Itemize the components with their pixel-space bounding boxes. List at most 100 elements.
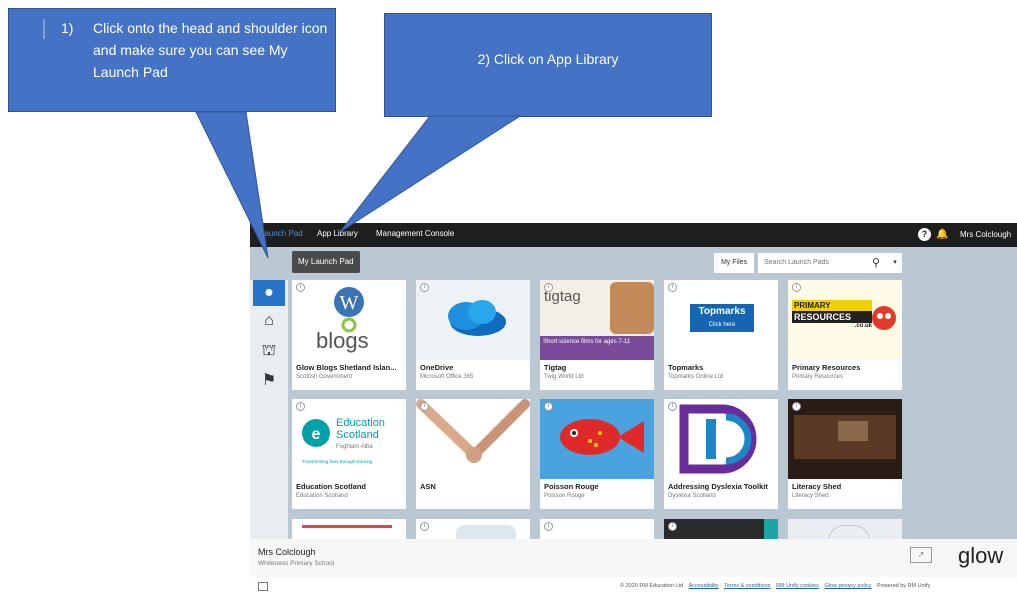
- info-icon[interactable]: i: [544, 522, 553, 531]
- tile-image: e Education Scotland Foghlam Alba Transf…: [292, 399, 406, 479]
- help-icon[interactable]: ?: [918, 228, 931, 241]
- bottom-bar: © 2020 RM Education Ltd Accessibility Te…: [250, 577, 1017, 598]
- person-icon[interactable]: ●: [253, 280, 285, 306]
- tile-subtitle: Education Scotland: [296, 493, 348, 499]
- info-icon[interactable]: i: [420, 402, 429, 411]
- app-tile-education-scotland[interactable]: e Education Scotland Foghlam Alba Transf…: [292, 399, 406, 509]
- link-terms[interactable]: Terms & conditions: [724, 583, 770, 589]
- search-icon[interactable]: ⚲: [864, 253, 888, 273]
- info-icon[interactable]: i: [792, 283, 801, 292]
- tile-image: [416, 280, 530, 360]
- tile-title: Addressing Dyslexia Toolkit: [668, 482, 768, 491]
- tile-image: [788, 399, 902, 479]
- app-tile-partial[interactable]: i: [664, 519, 778, 539]
- app-tile-partial[interactable]: [292, 519, 406, 539]
- rm-unify-app: Launch Pad App Library Management Consol…: [250, 223, 1017, 598]
- info-icon[interactable]: i: [544, 283, 553, 292]
- edscot-line-1: Education: [336, 417, 385, 429]
- info-icon[interactable]: i: [420, 522, 429, 531]
- callout-1-text: Click onto the head and shoulder icon an…: [93, 20, 328, 80]
- tile-title: Poisson Rouge: [544, 482, 599, 491]
- top-navigation-bar: Launch Pad App Library Management Consol…: [250, 223, 1017, 247]
- children-photo: [610, 282, 654, 334]
- powered-by: Powered by RM Unify: [877, 583, 931, 589]
- tile-title: ASN: [420, 482, 436, 491]
- tile-image: W blogs: [292, 280, 406, 360]
- footer-user-name: Mrs Colclough: [258, 547, 316, 557]
- link-privacy[interactable]: Glow privacy policy: [824, 583, 871, 589]
- app-tile-topmarks[interactable]: Topmarks Click here i Topmarks Topmarks …: [664, 280, 778, 390]
- app-tile-partial[interactable]: i: [540, 519, 654, 539]
- tile-title: Glow Blogs Shetland Islan...: [296, 363, 397, 372]
- window-icon[interactable]: [258, 582, 268, 591]
- screen-share-icon[interactable]: ↗: [910, 547, 932, 563]
- tile-image: Topmarks Click here: [664, 280, 778, 360]
- app-tile-tigtag[interactable]: tigtag Short science films for ages 7-11…: [540, 280, 654, 390]
- copyright-text: © 2020 RM Education Ltd: [620, 583, 684, 589]
- tile-subtitle: Literacy Shed: [792, 493, 829, 499]
- tigtag-banner: Short science films for ages 7-11: [540, 336, 654, 360]
- edscot-line-2: Scotland: [336, 429, 379, 441]
- tile-title: Topmarks: [668, 363, 704, 372]
- edscot-text: Education Scotland Foghlam Alba: [336, 417, 385, 453]
- topmarks-wordmark: Topmarks: [698, 306, 746, 317]
- home-icon[interactable]: ⌂: [253, 308, 285, 334]
- footer-profile: Mrs Colclough Whiteness Primary School ↗…: [250, 539, 1017, 577]
- info-icon[interactable]: i: [420, 283, 429, 292]
- app-tile-glow-blogs[interactable]: W blogs i Glow Blogs Shetland Islan... S…: [292, 280, 406, 390]
- tile-image: [302, 525, 392, 528]
- footer-links: © 2020 RM Education Ltd Accessibility Te…: [620, 583, 930, 589]
- launch-pad-sidebar: ● ⌂ ⛫ ⚑: [250, 280, 288, 539]
- cartoon-character-icon: [872, 306, 896, 330]
- tile-subtitle: Primary Resources: [792, 374, 844, 380]
- app-tile-addressing-dyslexia[interactable]: i Addressing Dyslexia Toolkit Dyslexia S…: [664, 399, 778, 509]
- tile-image: [764, 519, 778, 539]
- chevron-down-icon[interactable]: ▾: [888, 253, 902, 273]
- building-icon[interactable]: ⛫: [253, 338, 285, 364]
- callout-bar: [43, 19, 45, 39]
- info-icon[interactable]: i: [544, 402, 553, 411]
- info-icon[interactable]: i: [296, 402, 305, 411]
- user-menu[interactable]: Mrs Colclough: [960, 230, 1011, 239]
- app-tile-literacy-shed[interactable]: i Literacy Shed Literacy Shed: [788, 399, 902, 509]
- nav-app-library[interactable]: App Library: [317, 229, 358, 238]
- nav-management-console[interactable]: Management Console: [376, 229, 454, 238]
- info-icon[interactable]: i: [668, 283, 677, 292]
- app-tile-asn[interactable]: i ASN: [416, 399, 530, 509]
- info-icon[interactable]: i: [668, 402, 677, 411]
- callout-2-text: 2) Click on App Library: [477, 51, 619, 67]
- app-tile-onedrive[interactable]: i OneDrive Microsoft Office 365: [416, 280, 530, 390]
- app-tile-poisson-rouge[interactable]: i Poisson Rouge Poisson Rouge: [540, 399, 654, 509]
- topmarks-click-here: Click here: [708, 322, 736, 328]
- app-tile-partial[interactable]: i: [416, 519, 530, 539]
- app-tile-primary-resources[interactable]: PRIMARY RESOURCES .co.uk i Primary Resou…: [788, 280, 902, 390]
- dyslexia-logo-icon: [679, 404, 757, 474]
- glow-logo: glow: [958, 543, 1004, 568]
- flag-icon[interactable]: ⚑: [253, 368, 285, 394]
- edscot-tagline: Transforming lives through learning: [302, 459, 373, 464]
- tile-image: [416, 399, 530, 479]
- link-cookies[interactable]: RM Unify cookies: [776, 583, 819, 589]
- tile-title: Tigtag: [544, 363, 567, 372]
- tile-title: Education Scotland: [296, 482, 367, 491]
- link-accessibility[interactable]: Accessibility: [689, 583, 719, 589]
- svg-text:e: e: [312, 426, 321, 443]
- topmarks-logo: Topmarks Click here: [690, 304, 754, 332]
- search-input[interactable]: [758, 253, 864, 273]
- info-icon[interactable]: i: [668, 522, 677, 531]
- info-icon[interactable]: i: [792, 402, 801, 411]
- edscot-line-3: Foghlam Alba: [336, 444, 373, 450]
- tile-subtitle: Twig World Ltd: [544, 374, 584, 380]
- tile-subtitle: Topmarks Online Ltd: [668, 374, 724, 380]
- nav-launch-pad[interactable]: Launch Pad: [260, 229, 303, 238]
- my-files-button[interactable]: My Files: [714, 253, 754, 273]
- info-icon[interactable]: i: [296, 283, 305, 292]
- tile-image: [456, 525, 516, 539]
- instruction-callout-2: 2) Click on App Library: [384, 13, 712, 117]
- bell-icon[interactable]: 🔔: [936, 228, 949, 241]
- tile-image: tigtag Short science films for ages 7-11: [540, 280, 654, 360]
- app-tile-partial[interactable]: [788, 519, 902, 541]
- tab-my-launch-pad[interactable]: My Launch Pad: [292, 251, 360, 273]
- tile-subtitle: Dyslexia Scotland: [668, 493, 716, 499]
- launch-pad-content: My Launch Pad My Files ⚲ ▾ ● ⌂ ⛫ ⚑ W blo…: [250, 247, 1017, 541]
